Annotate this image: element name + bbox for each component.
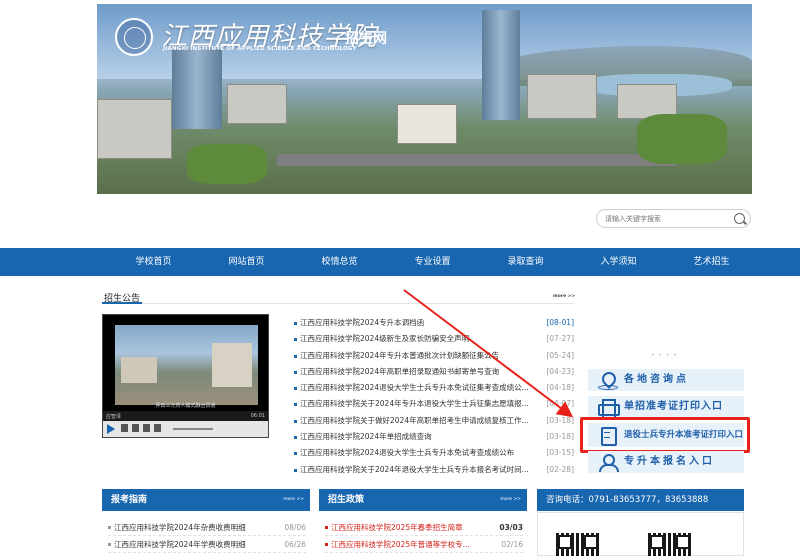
banner-tower-left: [172, 49, 222, 129]
video-control-buttons: [121, 424, 161, 432]
divider: [102, 303, 574, 304]
video-building: [212, 343, 252, 387]
banner-tower: [482, 10, 520, 120]
qr-code-icon: [648, 533, 692, 556]
banner-gate: [397, 104, 457, 144]
carousel-dots[interactable]: • • • •: [651, 352, 678, 359]
search-icon[interactable]: [734, 213, 745, 224]
news-item[interactable]: 江西应用科技学院2024退役大学生士兵专升本免试征集考查成绩公... [04-18…: [294, 380, 574, 396]
nav-item-majors[interactable]: 专业设置: [386, 248, 479, 276]
news-item[interactable]: 江西应用科技学院关于2024年专升本退役大学生士兵征集志愿填报... [04-07…: [294, 396, 574, 412]
news-item[interactable]: 江西应用科技学院关于2024年退役大学生士兵专升本报名考试时间... [02-28…: [294, 462, 574, 478]
location-pin-icon: [598, 372, 618, 390]
guide-more-link[interactable]: more >>: [283, 489, 304, 511]
header-banner: 江西应用科技学院 JIANGXI INSTITUTE OF APPLIED SC…: [97, 4, 752, 194]
video-info-bar: 应智泽 06:01: [103, 411, 268, 421]
banner-building: [527, 74, 597, 119]
divider-accent: [102, 302, 142, 304]
volume-slider[interactable]: [173, 428, 213, 430]
news-item[interactable]: 江西应用科技学院关于做好2024年高职单招考生申请成绩复核工作... [03-18…: [294, 413, 574, 429]
next-icon[interactable]: [143, 424, 150, 432]
single-exam-admission-ticket-button[interactable]: 单招准考证打印入口: [588, 396, 744, 419]
news-list: 江西应用科技学院2024专升本调档函 [08-01] 江西应用科技学院2024级新…: [294, 315, 574, 478]
guide-panel-title: 报考指南: [111, 495, 148, 505]
nav-item-enrollment-notice[interactable]: 入学须知: [572, 248, 665, 276]
guide-panel-header: 报考指南 more >>: [102, 489, 310, 511]
contact-phone: 咨询电话：0791-83653777，83653888: [546, 495, 709, 505]
user-icon: [598, 454, 619, 472]
banner-trees: [637, 114, 727, 164]
site-name: 招生网: [345, 31, 387, 47]
search-input[interactable]: [605, 210, 735, 227]
video-player[interactable]: 弄田三元育人模式融合贯通 应智泽 06:01: [102, 314, 269, 438]
highlight-box: [580, 417, 750, 453]
policy-panel-title: 招生政策: [328, 495, 365, 505]
policy-more-link[interactable]: more >>: [500, 489, 521, 511]
video-controls: [103, 421, 268, 437]
nav-item-site-home[interactable]: 网站首页: [200, 248, 293, 276]
school-name-en: JIANGXI INSTITUTE OF APPLIED SCIENCE AND…: [163, 46, 357, 52]
video-frame[interactable]: [115, 325, 258, 405]
video-caption: 弄田三元育人模式融合贯通: [155, 403, 216, 409]
volume-icon[interactable]: [154, 424, 161, 432]
nav-item-overview[interactable]: 校情总览: [293, 248, 386, 276]
main-nav: 学校首页 网站首页 校情总览 专业设置 录取查询 入学须知 艺术招生: [0, 248, 800, 276]
list-item[interactable]: 江西应用科技学院2024年学费收费明细 06/26: [108, 536, 306, 553]
upgrade-registration-button[interactable]: 专升本报名入口: [588, 451, 744, 473]
nav-item-admission-query[interactable]: 录取查询: [479, 248, 572, 276]
consultation-points-button[interactable]: 各地咨询点: [588, 369, 744, 391]
news-item[interactable]: 江西应用科技学院2024年高职单招录取通知书邮寄单号查询 [04-23]: [294, 364, 574, 380]
contact-panel-header: 咨询电话：0791-83653777，83653888: [537, 489, 744, 511]
stop-icon[interactable]: [121, 424, 128, 432]
qr-code-icon: [556, 533, 600, 556]
nav-item-school-home[interactable]: 学校首页: [107, 248, 200, 276]
video-source: 应智泽: [106, 414, 122, 420]
news-item[interactable]: 江西应用科技学院2024退役大学生士兵专升本免试考查成绩公布 [03-15]: [294, 445, 574, 461]
guide-list: 江西应用科技学院2024年杂费收费明细 08/06 江西应用科技学院2024年学费…: [108, 519, 306, 553]
school-seal-icon: [115, 18, 153, 56]
video-time: 06:01: [250, 413, 265, 419]
policy-list: 江西应用科技学院2025年春季招生简章 03/03 江西应用科技学院2025年普通…: [325, 519, 523, 553]
news-more-link[interactable]: more >>: [553, 294, 575, 299]
banner-road: [277, 154, 677, 166]
news-item[interactable]: 江西应用科技学院2024年单招成绩查询 [03-18]: [294, 429, 574, 445]
prev-icon[interactable]: [132, 424, 139, 432]
policy-panel-header: 招生政策 more >>: [319, 489, 527, 511]
news-item[interactable]: 江西应用科技学院2024年专升本普通批次计划缺额征集公告 [05-24]: [294, 348, 574, 364]
nav-item-art-admission[interactable]: 艺术招生: [665, 248, 758, 276]
search-box: [596, 209, 751, 228]
list-item[interactable]: 江西应用科技学院2025年普通等学校专... 02/16: [325, 536, 523, 553]
news-item[interactable]: 江西应用科技学院2024级新生及家长防骗安全声明 [07-27]: [294, 331, 574, 347]
banner-building: [97, 99, 172, 159]
play-icon[interactable]: [107, 424, 115, 434]
news-item[interactable]: 江西应用科技学院2024专升本调档函 [08-01]: [294, 315, 574, 331]
printer-icon: [598, 399, 620, 419]
contact-box: [537, 512, 744, 556]
banner-trees: [187, 144, 267, 184]
banner-building: [227, 84, 287, 124]
list-item[interactable]: 江西应用科技学院2024年杂费收费明细 08/06: [108, 519, 306, 536]
video-building: [121, 357, 157, 383]
list-item[interactable]: 江西应用科技学院2025年春季招生简章 03/03: [325, 519, 523, 536]
